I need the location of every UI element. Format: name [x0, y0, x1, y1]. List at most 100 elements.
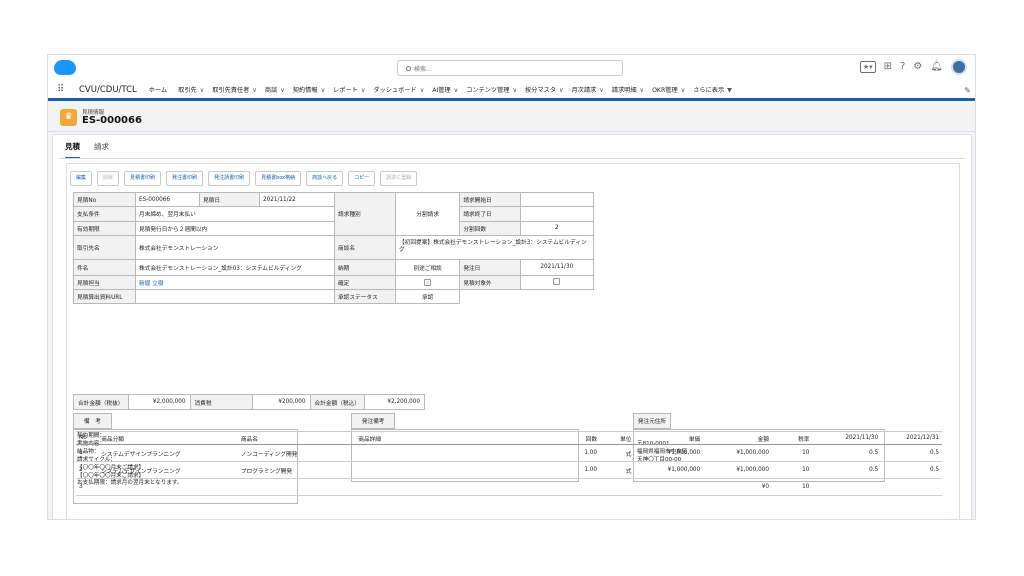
col-no: No — [76, 431, 99, 445]
col-detail: 商品詳細 — [355, 431, 564, 445]
installments-value: 2 — [519, 220, 595, 236]
billing-end-label: 請求終了日 — [459, 206, 521, 222]
salesforce-logo[interactable] — [54, 60, 76, 75]
opportunity-label: 商談名 — [334, 234, 396, 260]
app-name: CVU/CDU/TCL — [79, 84, 137, 95]
col-category: 商品分類 — [98, 431, 238, 445]
owner-link[interactable]: 新堀 立樹 — [135, 274, 335, 291]
account-value: 株式会社デモンストレーション — [135, 234, 335, 260]
payment-terms-value: 月末締め、翌月末払い — [135, 206, 335, 222]
gear-icon[interactable]: ⚙ — [913, 60, 922, 74]
col-month-1: 2021/11/30 — [812, 431, 882, 445]
search-placeholder: 検索... — [414, 66, 432, 73]
total-label: 合計金額（税込） — [309, 394, 365, 410]
copy-button[interactable]: コピー — [348, 171, 376, 186]
payment-terms-label: 支払条件 — [73, 206, 136, 222]
bell-icon[interactable]: 🔔︎ — [930, 60, 943, 74]
nav-item-content[interactable]: コンテンツ管理 ∨ — [466, 85, 517, 94]
order-date-label: 発注日 — [459, 258, 521, 276]
billing-start-label: 請求開始日 — [459, 191, 521, 208]
billing-end-value — [519, 206, 595, 222]
app-window: 検索... ★▾ ⊞ ? ⚙ 🔔︎ ⠿ CVU/CDU/TCL ホーム 取引先 ∨… — [47, 54, 976, 520]
nav-item-home[interactable]: ホーム — [149, 85, 170, 94]
opportunity-value: 【初回提案】株式会社デモンストレーション_設計3：システムビルディング — [395, 234, 594, 260]
col-tax-rate: 税率 — [771, 431, 813, 445]
confirmed-checkbox[interactable]: ✓ — [424, 279, 432, 287]
estimate-date-value: 2021/11/22 — [259, 191, 335, 208]
print-order-acceptance-button[interactable]: 発注請書印刷 — [208, 171, 251, 186]
delivery-value: 別途ご相談 — [394, 258, 461, 276]
order-date-value: 2021/11/30 — [519, 258, 595, 276]
owner-label: 見積担当 — [73, 274, 136, 291]
global-search-input[interactable]: 検索... — [397, 60, 623, 76]
estimate-no-label: 見積No — [73, 191, 136, 208]
table-row: 2 システムデザインプランニング プログラミング開発 1.00 式 ¥1,000,000… — [76, 461, 942, 479]
total-value: ¥2,200,000 — [364, 394, 425, 410]
record-tabs: 見積 請求 — [65, 141, 109, 159]
approval-value: 承認 — [394, 289, 461, 305]
delete-button: 削除 — [97, 171, 120, 186]
line-items-header-row: No 商品分類 商品名 商品詳細 回数 単位 単価 金額 税率 2021/11/… — [76, 431, 942, 445]
col-product: 商品名 — [237, 431, 356, 445]
subject-value: 株式会社デモンストレーション_設計03：システムビルディング — [135, 258, 335, 276]
help-icon[interactable]: ? — [900, 60, 905, 74]
nav-item-accounts[interactable]: 取引先 ∨ — [178, 85, 204, 94]
col-count: 回数 — [563, 431, 601, 445]
nav-item-billing-details[interactable]: 請求明細 ∨ — [612, 85, 644, 94]
excluded-checkbox[interactable] — [553, 278, 561, 286]
remarks-label: 備 考 — [73, 413, 112, 429]
nav-item-ai[interactable]: AI管理 ∨ — [432, 85, 458, 94]
confirmed-label: 確定 — [334, 274, 396, 291]
record-header: ♛ 見積情報 ES-000066 — [48, 104, 975, 132]
estimate-date-label: 見積日 — [199, 191, 260, 208]
nav-item-more[interactable]: さらに表示 ▼ — [693, 85, 732, 94]
col-month-2: 2021/12/31 — [881, 431, 942, 445]
header-utility-icons: ★▾ ⊞ ? ⚙ 🔔︎ — [859, 59, 967, 75]
account-label: 取引先名 — [73, 234, 136, 260]
tab-divider — [59, 158, 965, 159]
line-items-table: No 商品分類 商品名 商品詳細 回数 単位 単価 金額 税率 2021/11/… — [76, 431, 942, 496]
user-avatar[interactable] — [951, 59, 967, 75]
address-label: 発注元住所 — [633, 413, 671, 429]
nav-item-allocation[interactable]: 按分マスタ ∨ — [525, 85, 563, 94]
edit-button[interactable]: 編集 — [70, 171, 93, 186]
url-value — [135, 289, 335, 305]
totals-table: 合計金額（税抜） ¥2,000,000 消費税 ¥200,000 合計金額（税込… — [73, 394, 425, 410]
search-icon — [406, 66, 411, 71]
favorites-star-icon[interactable]: ★▾ — [859, 61, 876, 73]
nav-item-contracts[interactable]: 契約情報 ∨ — [293, 85, 325, 94]
app-launcher-icon[interactable]: ⠿ — [57, 84, 69, 95]
estimate-fields-table: 見積No ES-000066 見積日 2021/11/22 請求種別 分割請求 … — [73, 191, 595, 305]
validity-value: 見積発行日から２週間以内 — [135, 220, 335, 236]
tab-billing[interactable]: 請求 — [94, 141, 109, 159]
billing-type-value: 分割請求 — [394, 192, 461, 236]
approval-label: 承認ステータス — [334, 289, 396, 305]
nav-item-monthly-billing[interactable]: 月次請求 ∨ — [572, 85, 604, 94]
nav-item-okr[interactable]: OKR管理 ∨ — [652, 85, 685, 94]
subject-label: 件名 — [73, 258, 136, 276]
nav-item-dashboards[interactable]: ダッシュボード ∨ — [373, 85, 424, 94]
installments-label: 分割回数 — [459, 220, 521, 236]
global-add-icon[interactable]: ⊞ — [884, 60, 892, 74]
col-amount: 金額 — [703, 431, 772, 445]
excluded-label: 見積対象外 — [459, 274, 521, 291]
nav-item-reports[interactable]: レポート ∨ — [333, 85, 365, 94]
tax-value: ¥200,000 — [251, 394, 311, 410]
edit-nav-pencil-icon[interactable]: ✎ — [964, 86, 971, 95]
crown-icon: ♛ — [60, 109, 77, 126]
back-to-opportunity-button[interactable]: 商談へ戻る — [306, 171, 344, 186]
print-estimate-button[interactable]: 見積書印刷 — [124, 171, 162, 186]
table-row: 3 ¥0 10 — [76, 478, 942, 496]
col-unit-price: 単価 — [634, 431, 704, 445]
tax-label: 消費税 — [189, 394, 253, 410]
table-row: 1 システムデザインプランニング ノンコーディング開発 1.00 式 ¥1,000,00… — [76, 444, 942, 462]
tab-estimate[interactable]: 見積 — [65, 141, 80, 159]
nav-item-contacts[interactable]: 取引先責任者 ∨ — [212, 85, 257, 94]
register-billing-button: 請求に登録 — [380, 171, 418, 186]
store-box-button[interactable]: 見積書box格納 — [255, 171, 302, 186]
record-title: ES-000066 — [82, 115, 142, 126]
print-order-button[interactable]: 発注書印刷 — [166, 171, 204, 186]
billing-start-value — [519, 191, 595, 208]
nav-item-opportunities[interactable]: 商談 ∨ — [265, 85, 285, 94]
delivery-label: 納期 — [334, 258, 396, 276]
